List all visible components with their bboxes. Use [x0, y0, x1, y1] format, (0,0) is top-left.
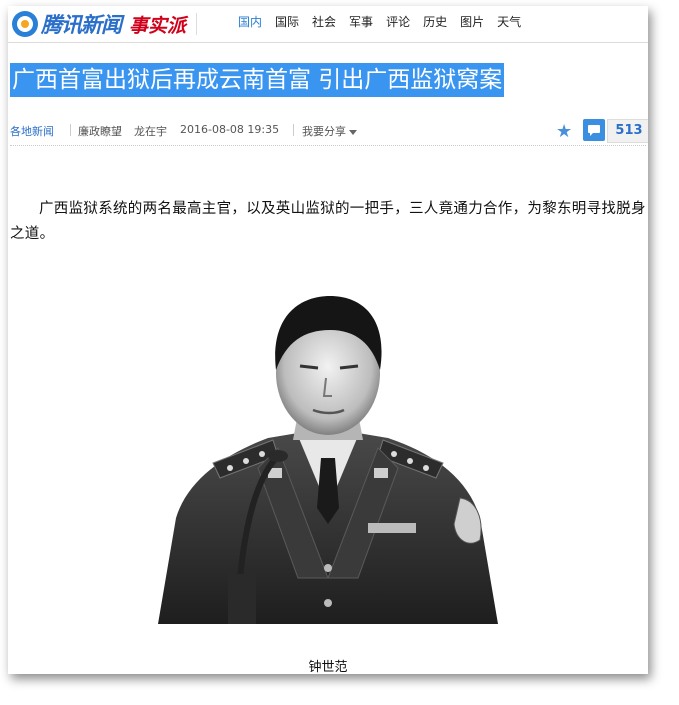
- star-icon[interactable]: ★: [556, 121, 572, 142]
- column-label[interactable]: 廉政瞭望: [78, 123, 122, 139]
- share-label: 我要分享: [302, 125, 346, 138]
- tencent-news-logo-icon: [12, 11, 38, 37]
- article-page: 腾讯新闻 事实派 国内 国际 社会 军事 评论 历史 图片 天气 广西首富出狱后…: [8, 6, 648, 674]
- nav-item-domestic[interactable]: 国内: [238, 13, 262, 30]
- source-link[interactable]: 各地新闻: [10, 123, 54, 139]
- caret-down-icon: [349, 129, 357, 135]
- nav-item-international[interactable]: 国际: [275, 13, 299, 30]
- logo-subbrand[interactable]: 事实派: [129, 11, 186, 38]
- nav-item-commentary[interactable]: 评论: [386, 13, 410, 30]
- nav-item-history[interactable]: 历史: [423, 13, 447, 30]
- nav-item-photos[interactable]: 图片: [460, 13, 484, 30]
- article-photo: [158, 296, 498, 624]
- logo-text: 腾讯新闻: [41, 12, 122, 37]
- site-logo[interactable]: 腾讯新闻 事实派: [12, 9, 198, 39]
- meta-divider: [70, 124, 71, 136]
- article-title: 广西首富出狱后再成云南首富 引出广西监狱窝案: [10, 63, 505, 97]
- headline-block: 广西首富出狱后再成云南首富 引出广西监狱窝案: [10, 63, 505, 97]
- share-menu[interactable]: 我要分享: [302, 123, 357, 139]
- channel-nav: 国内 国际 社会 军事 评论 历史 图片 天气: [238, 13, 534, 30]
- nav-item-society[interactable]: 社会: [312, 13, 336, 30]
- top-bar: 腾讯新闻 事实派 国内 国际 社会 军事 评论 历史 图片 天气: [8, 6, 648, 43]
- nav-item-weather[interactable]: 天气: [497, 13, 521, 30]
- photo-caption: 钟世范: [308, 660, 348, 674]
- publish-time: 2016-08-08 19:35: [180, 123, 280, 136]
- comment-icon[interactable]: [583, 119, 605, 141]
- logo-divider: [196, 13, 198, 35]
- article-meta: 各地新闻 廉政瞭望 龙在宇 2016-08-08 19:35 我要分享 ★ 51…: [10, 119, 648, 146]
- author-name: 龙在宇: [134, 125, 167, 138]
- comment-count[interactable]: 513: [607, 119, 648, 143]
- nav-item-military[interactable]: 军事: [349, 13, 373, 30]
- article-paragraph: 广西监狱系统的两名最高主官，以及英山监狱的一把手，三人竟通力合作，为黎东明寻找脱…: [10, 200, 646, 242]
- meta-divider: [293, 124, 294, 136]
